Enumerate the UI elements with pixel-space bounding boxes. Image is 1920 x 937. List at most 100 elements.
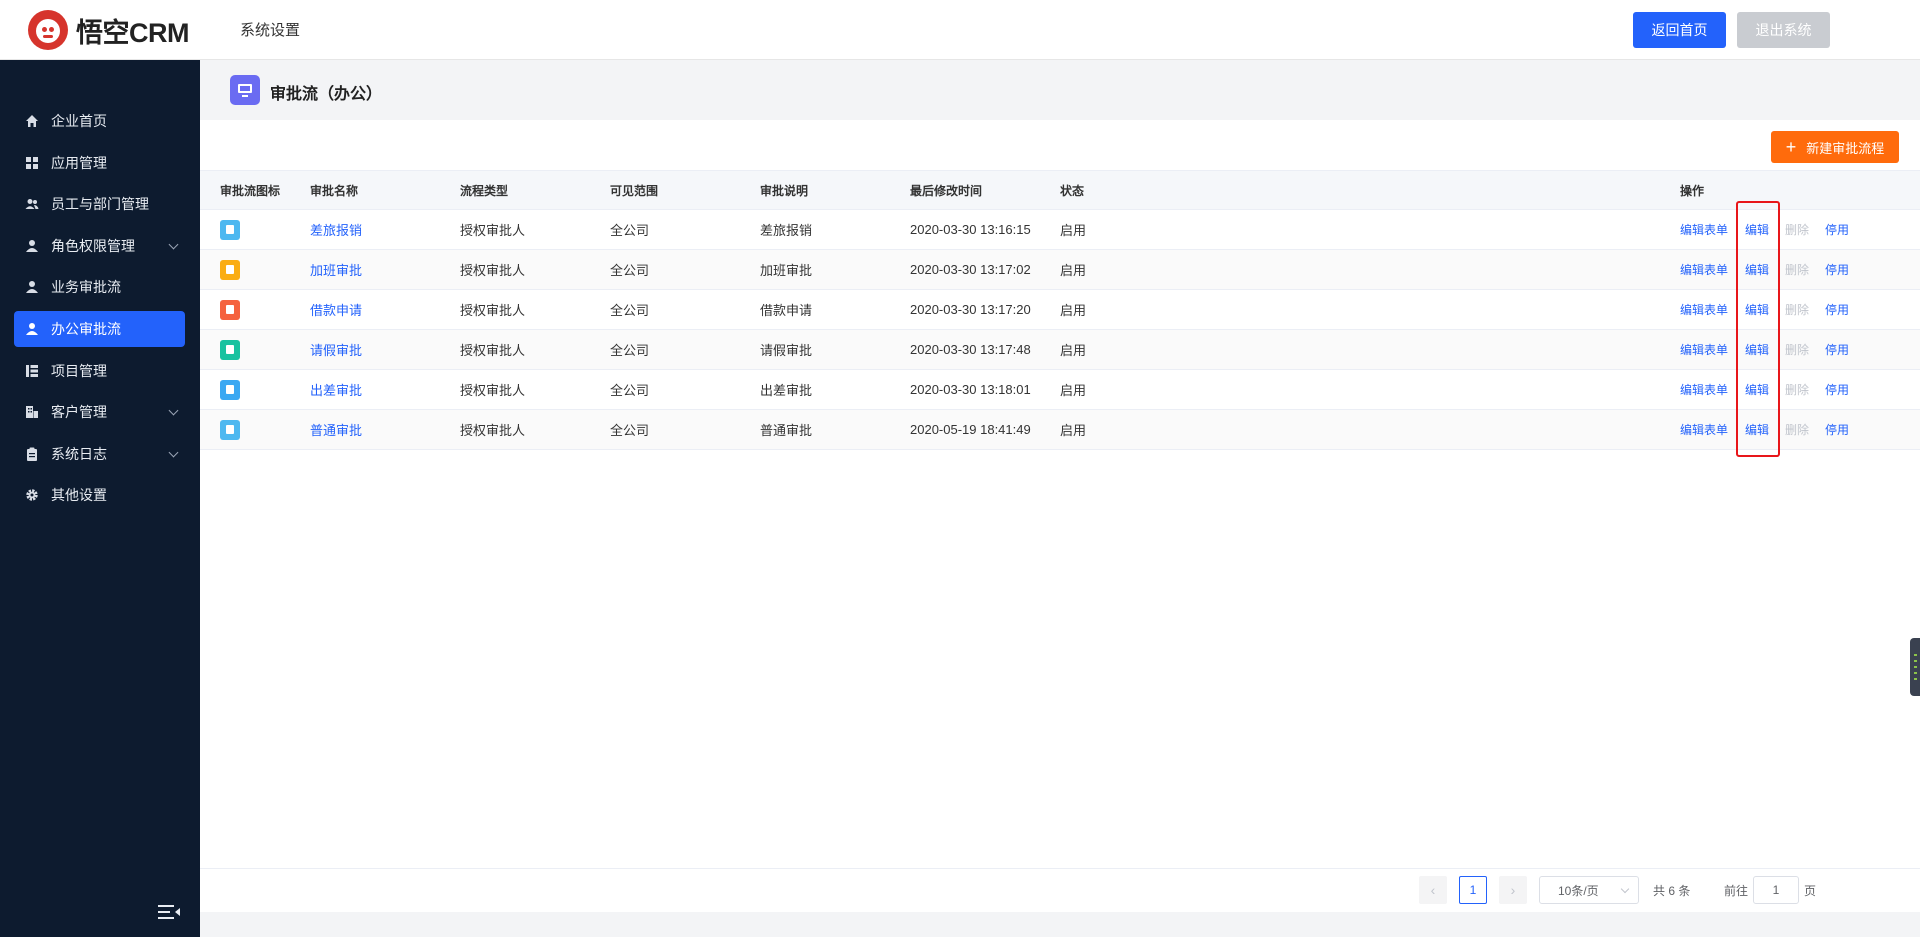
table-row: 借款申请 授权审批人 全公司 借款申请 2020-03-30 13:17:20 启用 编辑表… xyxy=(200,290,1920,330)
approval-name-link[interactable]: 出差审批 xyxy=(310,370,362,409)
user-icon xyxy=(25,239,39,253)
edit-link[interactable]: 编辑 xyxy=(1745,370,1769,409)
side-toolbar-handle[interactable] xyxy=(1910,638,1920,696)
description-cell: 差旅报销 xyxy=(760,223,813,238)
edit-form-link[interactable]: 编辑表单 xyxy=(1680,370,1728,409)
sidebar-item-enterprise-home[interactable]: 企业首页 xyxy=(14,103,185,139)
sidebar-menu: 企业首页 应用管理 员工与部门管理 角色权限管理 业务审批流 办公审批流 项目管… xyxy=(14,103,185,519)
monkey-logo-icon xyxy=(28,10,68,50)
disable-link[interactable]: 停用 xyxy=(1825,250,1849,289)
user-icon xyxy=(25,322,39,336)
flow-type-icon xyxy=(220,299,240,320)
approval-name-link[interactable]: 加班审批 xyxy=(310,250,362,289)
sidebar-item-business-approval[interactable]: 业务审批流 xyxy=(14,269,185,305)
visible-scope-cell: 全公司 xyxy=(610,423,650,438)
sidebar-item-label: 企业首页 xyxy=(51,113,107,129)
sidebar-item-system-log[interactable]: 系统日志 xyxy=(14,436,185,472)
goto-page-input[interactable] xyxy=(1753,876,1799,904)
page-number-button[interactable]: 1 xyxy=(1459,876,1487,904)
header-title: 系统设置 xyxy=(240,22,301,39)
pagination: ‹ 1 › 10条/页 共 6 条 前往 页 xyxy=(200,868,1920,912)
status-cell: 启用 xyxy=(1060,383,1087,398)
gear-icon xyxy=(25,488,39,502)
disable-link[interactable]: 停用 xyxy=(1825,210,1849,249)
sidebar-item-office-approval[interactable]: 办公审批流 xyxy=(14,310,185,347)
disable-link[interactable]: 停用 xyxy=(1825,370,1849,409)
flow-icon-cell xyxy=(220,410,240,449)
status-cell: 启用 xyxy=(1060,423,1087,438)
column-header-type: 流程类型 xyxy=(460,183,509,198)
approval-name-link[interactable]: 普通审批 xyxy=(310,410,362,449)
disable-link[interactable]: 停用 xyxy=(1825,330,1849,369)
delete-link[interactable]: 删除 xyxy=(1785,210,1809,249)
modified-time-cell: 2020-03-30 13:17:02 xyxy=(910,262,1031,277)
delete-link[interactable]: 删除 xyxy=(1785,330,1809,369)
edit-form-link[interactable]: 编辑表单 xyxy=(1680,290,1728,329)
sidebar-item-staff-department[interactable]: 员工与部门管理 xyxy=(14,186,185,222)
table-row: 加班审批 授权审批人 全公司 加班审批 2020-03-30 13:17:02 启用 编辑表… xyxy=(200,250,1920,290)
status-cell: 启用 xyxy=(1060,303,1087,318)
page-header: 审批流（办公） xyxy=(200,60,1920,120)
edit-form-link[interactable]: 编辑表单 xyxy=(1680,210,1728,249)
disable-link[interactable]: 停用 xyxy=(1825,290,1849,329)
sidebar-item-other-settings[interactable]: 其他设置 xyxy=(14,477,185,513)
flow-type-cell: 授权审批人 xyxy=(460,223,526,238)
total-count: 共 6 条 xyxy=(1653,884,1691,898)
edit-form-link[interactable]: 编辑表单 xyxy=(1680,250,1728,289)
delete-link[interactable]: 删除 xyxy=(1785,250,1809,289)
sidebar-item-role-permission[interactable]: 角色权限管理 xyxy=(14,228,185,264)
chevron-down-icon xyxy=(168,447,179,458)
sidebar-item-label: 项目管理 xyxy=(51,362,107,379)
logo[interactable]: 悟空CRM xyxy=(28,10,190,50)
approval-name-link[interactable]: 差旅报销 xyxy=(310,210,362,249)
home-button[interactable]: 返回首页 xyxy=(1633,12,1726,48)
delete-link[interactable]: 删除 xyxy=(1785,370,1809,409)
sidebar-item-label: 角色权限管理 xyxy=(51,237,135,254)
top-header: 悟空CRM 系统设置 返回首页 退出系统 xyxy=(0,0,1920,60)
page-size-value: 10条/页 xyxy=(1558,883,1599,898)
description-cell: 加班审批 xyxy=(760,263,813,278)
sidebar-item-label: 员工与部门管理 xyxy=(51,196,149,213)
edit-link[interactable]: 编辑 xyxy=(1745,410,1769,449)
page-title: 审批流（办公） xyxy=(270,86,383,103)
approval-flow-table: 审批流图标 审批名称 流程类型 可见范围 审批说明 最后修改时间 状态 操作 差… xyxy=(200,170,1920,450)
sidebar-item-app-management[interactable]: 应用管理 xyxy=(14,145,185,181)
sidebar-item-label: 业务审批流 xyxy=(51,279,121,296)
chevron-right-icon[interactable]: › xyxy=(1499,876,1527,904)
sidebar-item-customer-management[interactable]: 客户管理 xyxy=(14,394,185,430)
edit-link[interactable]: 编辑 xyxy=(1745,330,1769,369)
grid-icon xyxy=(25,156,39,170)
sidebar-item-label: 系统日志 xyxy=(51,445,107,462)
exit-button[interactable]: 退出系统 xyxy=(1737,12,1830,48)
page-size-select[interactable]: 10条/页 xyxy=(1539,876,1639,904)
flow-icon-cell xyxy=(220,290,240,329)
table-header: 审批流图标 审批名称 流程类型 可见范围 审批说明 最后修改时间 状态 操作 xyxy=(200,170,1920,210)
flow-type-cell: 授权审批人 xyxy=(460,263,526,278)
edit-link[interactable]: 编辑 xyxy=(1745,250,1769,289)
sidebar: 企业首页 应用管理 员工与部门管理 角色权限管理 业务审批流 办公审批流 项目管… xyxy=(0,60,200,937)
approval-name-link[interactable]: 请假审批 xyxy=(310,330,362,369)
chevron-left-icon[interactable]: ‹ xyxy=(1419,876,1447,904)
column-header-icon: 审批流图标 xyxy=(220,183,281,198)
menu-collapse-icon[interactable] xyxy=(158,905,180,921)
column-header-actions: 操作 xyxy=(1680,183,1705,198)
modified-time-cell: 2020-03-30 13:17:48 xyxy=(910,342,1031,357)
new-approval-flow-button[interactable]: + 新建审批流程 xyxy=(1771,131,1899,163)
sidebar-item-project-management[interactable]: 项目管理 xyxy=(14,353,185,389)
edit-link[interactable]: 编辑 xyxy=(1745,290,1769,329)
flow-type-cell: 授权审批人 xyxy=(460,303,526,318)
delete-link[interactable]: 删除 xyxy=(1785,290,1809,329)
edit-link[interactable]: 编辑 xyxy=(1745,210,1769,249)
edit-form-link[interactable]: 编辑表单 xyxy=(1680,330,1728,369)
flow-icon-cell xyxy=(220,370,240,409)
modified-time-cell: 2020-05-19 18:41:49 xyxy=(910,422,1031,437)
flow-icon-cell xyxy=(220,330,240,369)
disable-link[interactable]: 停用 xyxy=(1825,410,1849,449)
chevron-down-icon xyxy=(1620,884,1630,894)
delete-link[interactable]: 删除 xyxy=(1785,410,1809,449)
approval-name-link[interactable]: 借款申请 xyxy=(310,290,362,329)
building-icon xyxy=(25,405,39,419)
edit-form-link[interactable]: 编辑表单 xyxy=(1680,410,1728,449)
main-panel: + 新建审批流程 审批流图标 审批名称 流程类型 可见范围 审批说明 最后修改时… xyxy=(200,120,1920,912)
table-row: 普通审批 授权审批人 全公司 普通审批 2020-05-19 18:41:49 启用 编辑表… xyxy=(200,410,1920,450)
